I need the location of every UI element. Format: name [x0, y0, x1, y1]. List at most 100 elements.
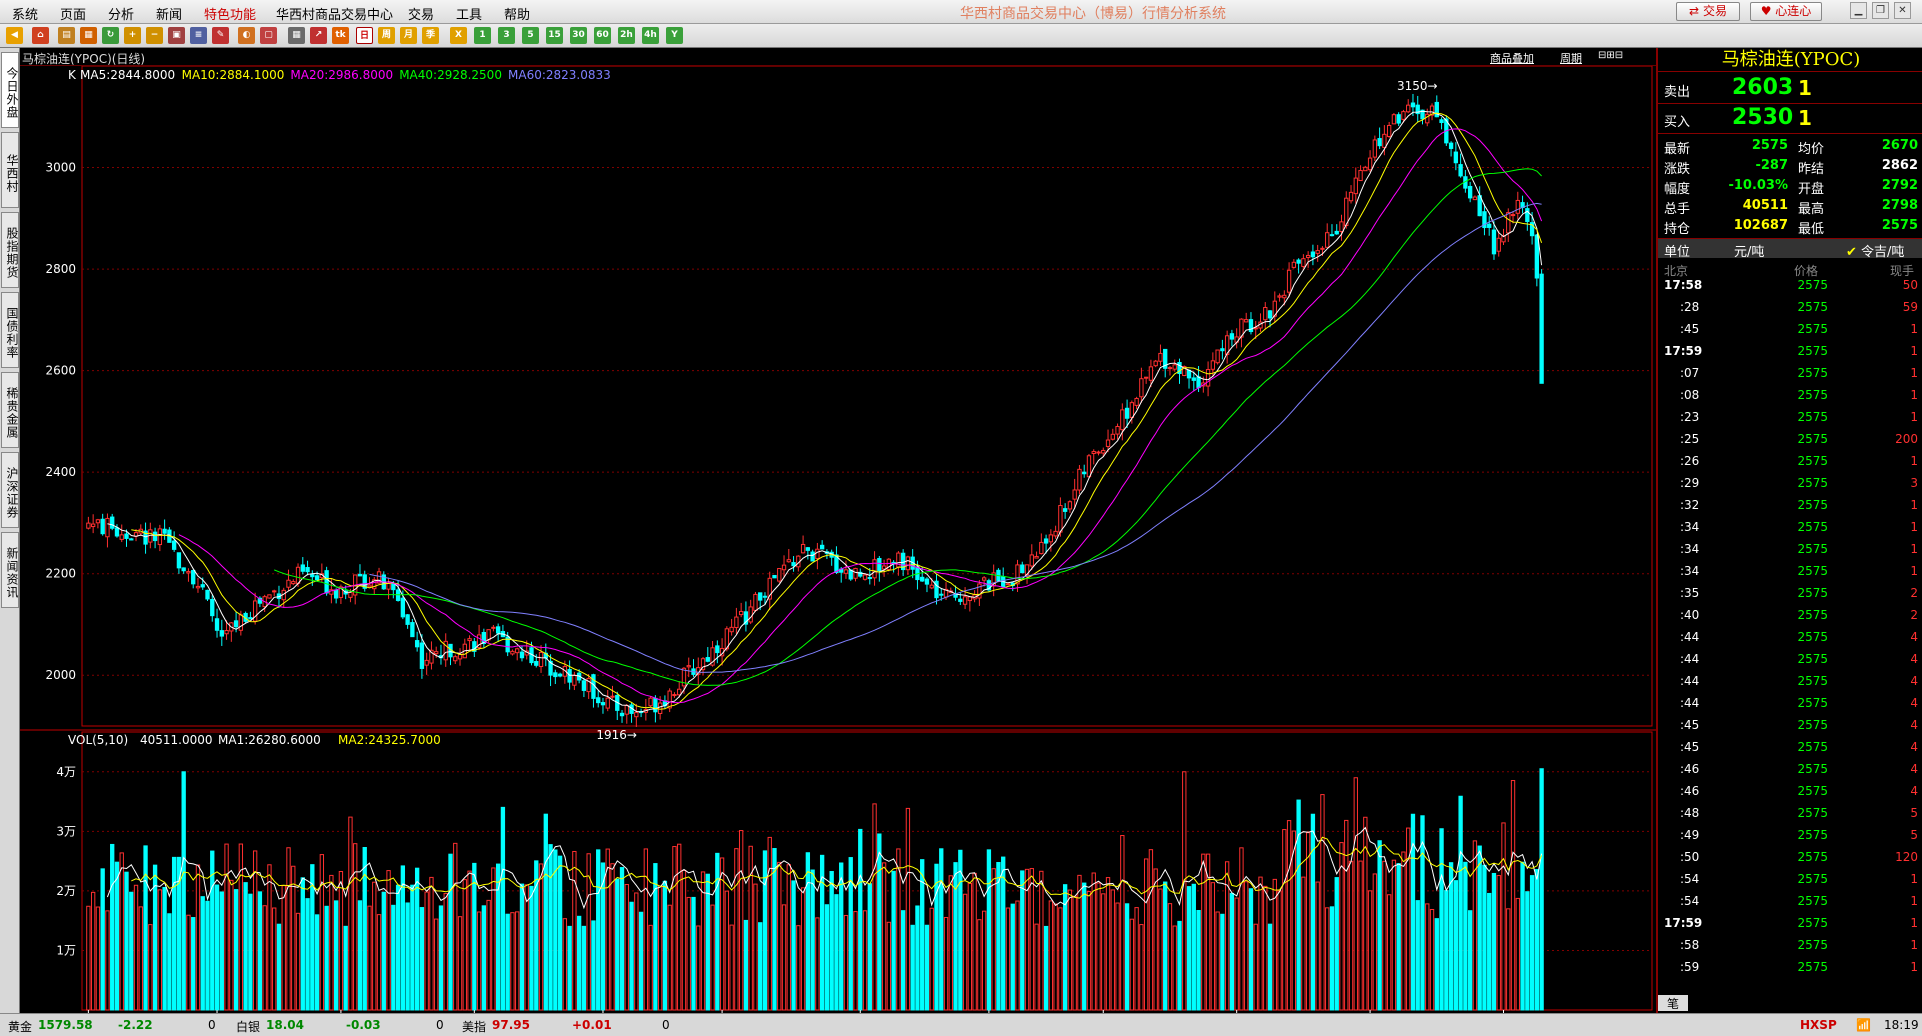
candle-body	[1124, 407, 1130, 419]
back-icon[interactable]: ◀	[6, 27, 23, 44]
stat-label: 涨跌	[1664, 162, 1691, 177]
tick-tab[interactable]: 笔	[1658, 995, 1688, 1011]
refresh-icon[interactable]: ↻	[102, 27, 119, 44]
volume-bar	[519, 883, 525, 1011]
tick-row: :08 2575 1	[1658, 388, 1922, 410]
volume-bar	[891, 870, 896, 1011]
hour4-icon[interactable]: 4h	[642, 27, 659, 44]
volume-bar	[1129, 918, 1135, 1011]
zoom-in-icon[interactable]: +	[124, 27, 141, 44]
paint-icon[interactable]: ◐	[238, 27, 255, 44]
candle-body	[648, 697, 653, 707]
menu-analysis[interactable]: 分析	[108, 4, 134, 23]
volume-bar	[405, 902, 410, 1011]
kline-chart[interactable]: 2000 2200 2400 2600 2800 3000 1万 2万 3万 4万 K MA5:284…	[20, 66, 1656, 1013]
volume-bar	[1210, 882, 1216, 1011]
quarterly-period-icon[interactable]: 季	[422, 27, 439, 44]
line-chart-icon[interactable]: ↗	[310, 27, 327, 44]
tab-bond-rates[interactable]: 国债利率	[1, 292, 19, 368]
lock-icon[interactable]: ▢	[260, 27, 277, 44]
book-icon[interactable]: ▤	[58, 27, 75, 44]
period-link[interactable]: 周期	[1560, 50, 1582, 66]
tick-chart-icon[interactable]: tk	[332, 27, 349, 44]
menu-system[interactable]: 系统	[12, 4, 38, 23]
year-icon[interactable]: Y	[666, 27, 683, 44]
candle-body	[267, 594, 272, 599]
tick-row: :35 2575 2	[1658, 586, 1922, 608]
volume-bar	[419, 907, 425, 1011]
status-item-name[interactable]: 美指	[462, 1018, 486, 1035]
unit-value[interactable]: 元/吨	[1734, 241, 1764, 260]
candle-body	[181, 567, 186, 572]
tick-list[interactable]: 17:58 2575 50 :28 2575 59 :45 2575 1 17:…	[1658, 278, 1922, 978]
volume-bar	[1201, 853, 1206, 1011]
candle-body	[1072, 489, 1077, 500]
window-icon[interactable]: ▣	[168, 27, 185, 44]
buy-row[interactable]: 买入 2530 1	[1658, 104, 1922, 134]
tab-securities[interactable]: 沪深证券	[1, 452, 19, 528]
tab-stock-futures[interactable]: 股指期货	[1, 212, 19, 288]
volume-bar	[233, 889, 239, 1011]
min15-icon[interactable]: 15	[546, 27, 563, 44]
volume-tick-label: 4万	[56, 765, 76, 779]
tab-overseas[interactable]: 今日外盘	[1, 52, 19, 128]
volume-bar	[472, 862, 477, 1011]
candle-body	[810, 551, 815, 562]
volume-bar	[434, 918, 439, 1011]
candle-body	[1101, 449, 1106, 454]
min30-icon[interactable]: 30	[570, 27, 587, 44]
status-item-name[interactable]: 白银	[236, 1018, 260, 1035]
tick-header: 北京 价格 现手	[1664, 264, 1915, 278]
close-icon[interactable]: ✕	[1894, 2, 1911, 19]
heart-connect-button[interactable]: ♥ 心连心	[1750, 2, 1822, 21]
tick-row: :44 2575 4	[1658, 696, 1922, 718]
ma-lines	[107, 110, 1543, 713]
chart-area[interactable]: 马棕油连(YPOC)(日线) 商品叠加 周期 ⊟⊞⊟ 2000 2200 2400 2…	[20, 48, 1656, 1013]
custom-period-icon[interactable]: X	[450, 27, 467, 44]
minimize-icon[interactable]: ▁	[1850, 2, 1867, 19]
tab-news[interactable]: 新闻资讯	[1, 532, 19, 608]
hour2-icon[interactable]: 2h	[618, 27, 635, 44]
menu-page[interactable]: 页面	[60, 4, 86, 23]
quote-title: 马棕油连(YPOC)	[1658, 48, 1922, 72]
tick-time: :45	[1680, 718, 1700, 732]
status-item-name[interactable]: 黄金	[8, 1018, 32, 1035]
tick-time: :26	[1680, 454, 1700, 468]
menu-help[interactable]: 帮助	[504, 4, 530, 23]
tab-huaxicun[interactable]: 华西村	[1, 132, 19, 208]
volume-bar	[1082, 882, 1087, 1011]
settings-icon[interactable]: ≡	[190, 27, 207, 44]
nav-arrows-icon[interactable]: ⊟⊞⊟	[1598, 50, 1623, 61]
sell-row[interactable]: 卖出 2603 1	[1658, 74, 1922, 104]
daily-period-icon[interactable]: 日	[356, 27, 373, 44]
maximize-icon[interactable]: ❐	[1872, 2, 1889, 19]
menu-features[interactable]: 特色功能	[204, 4, 256, 23]
folder-icon[interactable]: ▦	[80, 27, 97, 44]
menu-exchange[interactable]: 华西村商品交易中心	[276, 4, 393, 23]
min5-icon[interactable]: 5	[522, 27, 539, 44]
tab-precious-metals[interactable]: 稀贵金属	[1, 372, 19, 448]
candle-body	[157, 528, 163, 546]
candle-body	[305, 567, 310, 573]
menu-news[interactable]: 新闻	[156, 4, 182, 23]
overlay-link[interactable]: 商品叠加	[1490, 50, 1534, 66]
table-icon[interactable]: ▦	[288, 27, 305, 44]
unit-alt-option[interactable]: ✔ 令吉/吨	[1846, 241, 1904, 260]
trade-button[interactable]: ⇄ 交易	[1676, 2, 1740, 21]
zoom-out-icon[interactable]: −	[146, 27, 163, 44]
menu-tools[interactable]: 工具	[456, 4, 482, 23]
weekly-period-icon[interactable]: 周	[378, 27, 395, 44]
home-icon[interactable]: ⌂	[32, 27, 49, 44]
candle-body	[557, 673, 563, 677]
candle-body	[405, 614, 410, 625]
min3-icon[interactable]: 3	[498, 27, 515, 44]
draw-icon[interactable]: ✎	[212, 27, 229, 44]
monthly-period-icon[interactable]: 月	[400, 27, 417, 44]
candle-body	[348, 591, 353, 598]
menu-trade[interactable]: 交易	[408, 4, 434, 23]
min60-icon[interactable]: 60	[594, 27, 611, 44]
volume-bar	[457, 916, 463, 1011]
min1-icon[interactable]: 1	[474, 27, 491, 44]
tick-volume: 4	[1910, 630, 1918, 644]
tick-price: 2575	[1797, 828, 1828, 842]
